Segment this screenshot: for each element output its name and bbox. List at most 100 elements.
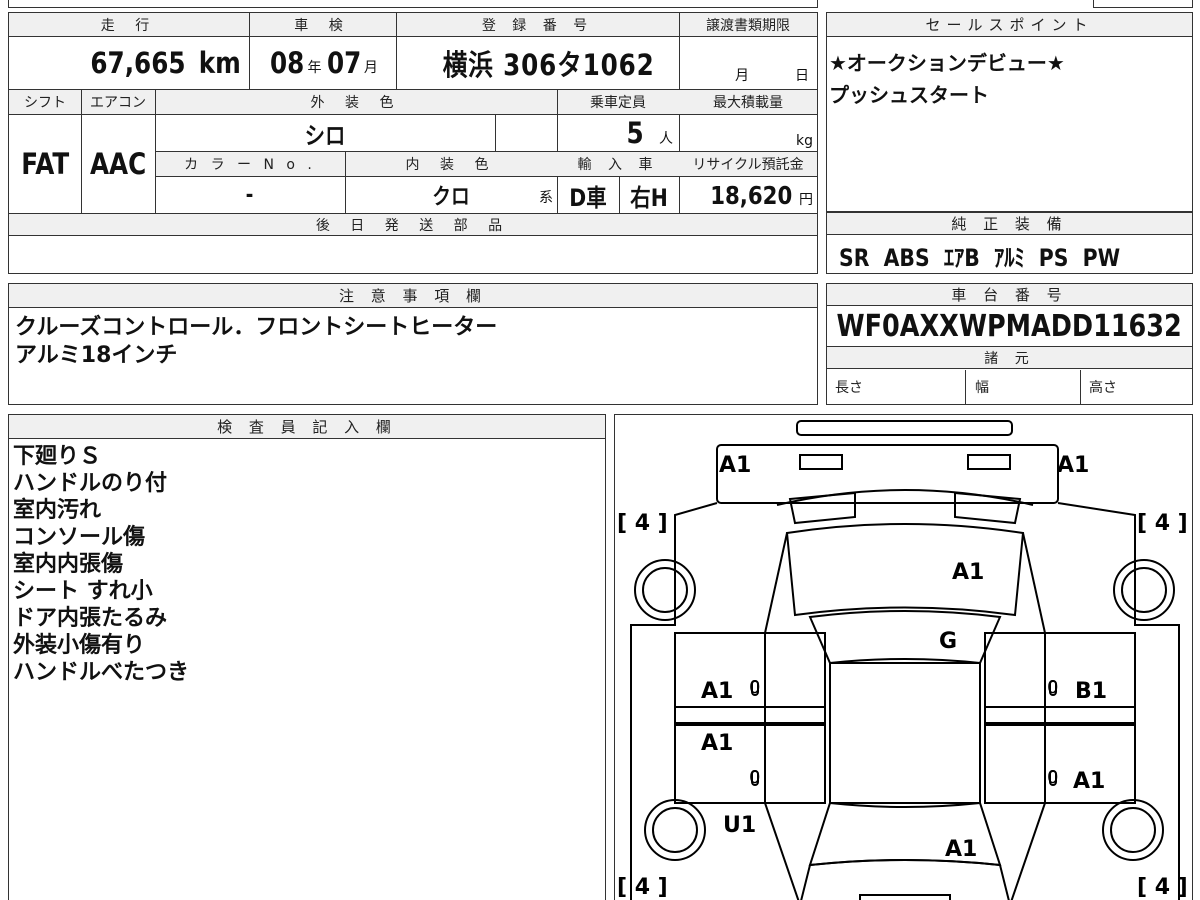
roof <box>829 662 981 804</box>
body-left <box>674 502 718 555</box>
inspection-year-unit: 年 <box>307 60 322 76</box>
inspection-label: 車 検 <box>294 18 351 34</box>
mileage-label: 走 行 <box>100 18 158 34</box>
mark-hood: A1 <box>952 560 985 585</box>
exterior-color-value-cell: シロ <box>155 115 495 151</box>
shift-value: FAT <box>21 147 69 181</box>
mark-right-front-door: B1 <box>1075 679 1108 704</box>
inspector-header: 検 査 員 記 入 欄 <box>9 415 605 439</box>
inspector-line: シート すれ小 <box>13 579 153 604</box>
width-label: 幅 <box>975 380 989 396</box>
car-diagram-box: [ 4 ] [ 4 ] [ 4 ] [ 4 ] A1 A1 A1 G A1 0 … <box>614 414 1193 900</box>
import-label: 輸 入 車 <box>577 157 659 173</box>
wheel-right-rear-inner <box>1110 807 1156 853</box>
shift-label: シフト <box>24 95 66 111</box>
wheel-right-front-inner <box>1121 567 1167 613</box>
sales-points-box: セールスポイント ★オークションデビュー★ プッシュスタート <box>826 12 1193 212</box>
inspection-month: 07 <box>326 46 361 80</box>
front-bumper-strip <box>796 420 1013 436</box>
chassis-box: 車 台 番 号 WF0AXXWPMADD11632 諸 元 長さ 幅 高さ <box>826 283 1193 405</box>
divider <box>81 90 82 213</box>
mark-right-rear-door: A1 <box>1073 769 1106 794</box>
chassis-value: WF0AXXWPMADD11632 <box>836 308 1183 344</box>
mark-left-front-door-num: 0 <box>749 677 761 698</box>
headlight-left <box>799 454 843 470</box>
import-value-cell: D車 <box>557 177 619 213</box>
exterior-color-value: シロ <box>304 121 346 150</box>
specs-label: 諸 元 <box>984 351 1035 367</box>
inspector-line: コンソール傷 <box>13 525 146 550</box>
windshield <box>808 610 1002 665</box>
left-body-upper <box>630 555 676 900</box>
transfer-day-unit: 日 <box>795 68 809 84</box>
interior-color-label: 内 装 色 <box>405 157 497 173</box>
top-strip <box>8 0 818 8</box>
wheel-left-rear-inner <box>652 807 698 853</box>
registration-label: 登 録 番 号 <box>481 18 594 34</box>
inspector-lines: 下廻りＳ ハンドルのり付 室内汚れ コンソール傷 室内内張傷 シート すれ小 ド… <box>13 443 189 686</box>
vehicle-info-grid: 走 行 車 検 登 録 番 号 譲渡書類期限 67,665 km 08 年 07… <box>8 12 818 274</box>
inspector-line: 室内汚れ <box>13 498 102 523</box>
interior-color-value-cell: クロ 系 <box>345 177 557 213</box>
length-label: 長さ <box>835 380 863 396</box>
color-no-value: - <box>246 182 254 208</box>
max-load-label: 最大積載量 <box>713 95 783 111</box>
pillar-left-front <box>764 532 788 634</box>
inspector-box: 検 査 員 記 入 欄 下廻りＳ ハンドルのり付 室内汚れ コンソール傷 室内内… <box>8 414 606 900</box>
mark-left-rear-door: A1 <box>701 731 734 756</box>
capacity-unit: 人 <box>659 131 673 147</box>
inspector-line: ハンドルのり付 <box>13 471 168 496</box>
transfer-label: 譲渡書類期限 <box>706 18 790 34</box>
aircon-value: AAC <box>89 147 147 181</box>
recycle-value: 18,620 <box>709 180 792 210</box>
left-rear-door <box>674 722 826 804</box>
pillar-left-rear <box>764 802 800 900</box>
import-value: D車 <box>569 183 607 212</box>
mileage-value-cell: 67,665 km <box>9 37 249 89</box>
tire-bracket-left-rear: [ 4 ] <box>617 875 668 900</box>
rear-bumper <box>859 894 951 900</box>
height-label: 高さ <box>1089 380 1117 396</box>
divider <box>249 13 250 89</box>
sales-points-header: セールスポイント <box>827 13 1192 37</box>
color-no-label: カ ラ ー N o . <box>184 157 316 173</box>
notes-header: 注 意 事 項 欄 <box>9 284 817 308</box>
front-bumper <box>716 444 1059 504</box>
max-load-value-cell: kg <box>679 115 817 151</box>
mark-left-rear-quarter: U1 <box>723 813 757 838</box>
steering-value: 右H <box>630 183 668 212</box>
capacity-value: 5 <box>626 116 644 150</box>
genuine-equipment-value: SR ABS ｴｱB ｱﾙﾐ PS PW <box>839 243 1121 272</box>
steering-value-cell: 右H <box>619 177 679 213</box>
transfer-value-cell: 月 日 <box>679 37 817 89</box>
registration-value: 横浜 306タ1062 <box>442 48 655 82</box>
mark-front-left: A1 <box>719 453 752 478</box>
tire-bracket-right-rear: [ 4 ] <box>1137 875 1188 900</box>
inspection-year: 08 <box>270 46 305 80</box>
mark-right-rear-door-num: 0 <box>1047 767 1059 788</box>
vent-right <box>954 491 1022 525</box>
exterior-color-label: 外 装 色 <box>310 95 402 111</box>
genuine-equipment-box: 純 正 装 備 SR ABS ｴｱB ｱﾙﾐ PS PW <box>826 212 1193 274</box>
car-outline <box>630 420 1180 900</box>
body-right <box>1057 502 1136 555</box>
mark-front-right: A1 <box>1057 453 1090 478</box>
chassis-header: 車 台 番 号 <box>827 284 1192 306</box>
recycle-value-cell: 18,620 円 <box>679 177 817 213</box>
mark-left-rear-door-num: 0 <box>749 767 761 788</box>
note-line: アルミ18インチ <box>15 343 178 368</box>
tire-bracket-right-front: [ 4 ] <box>1137 511 1188 536</box>
mark-right-front-door-num: 0 <box>1047 677 1059 698</box>
sales-point-line: ★オークションデビュー★ <box>829 51 1065 75</box>
mark-left-front-door: A1 <box>701 679 734 704</box>
inspector-line: ハンドルべたつき <box>13 660 190 685</box>
mark-trunk: A1 <box>945 837 978 862</box>
shift-value-cell: FAT <box>9 115 81 213</box>
aircon-label: エアコン <box>90 95 146 111</box>
capacity-value-cell: 5 人 <box>557 115 679 151</box>
pillar-right-front <box>1022 532 1046 634</box>
divider <box>396 13 397 89</box>
inspector-line: 下廻りＳ <box>13 444 102 469</box>
divider <box>495 115 496 151</box>
inspector-line: 外装小傷有り <box>13 633 146 658</box>
